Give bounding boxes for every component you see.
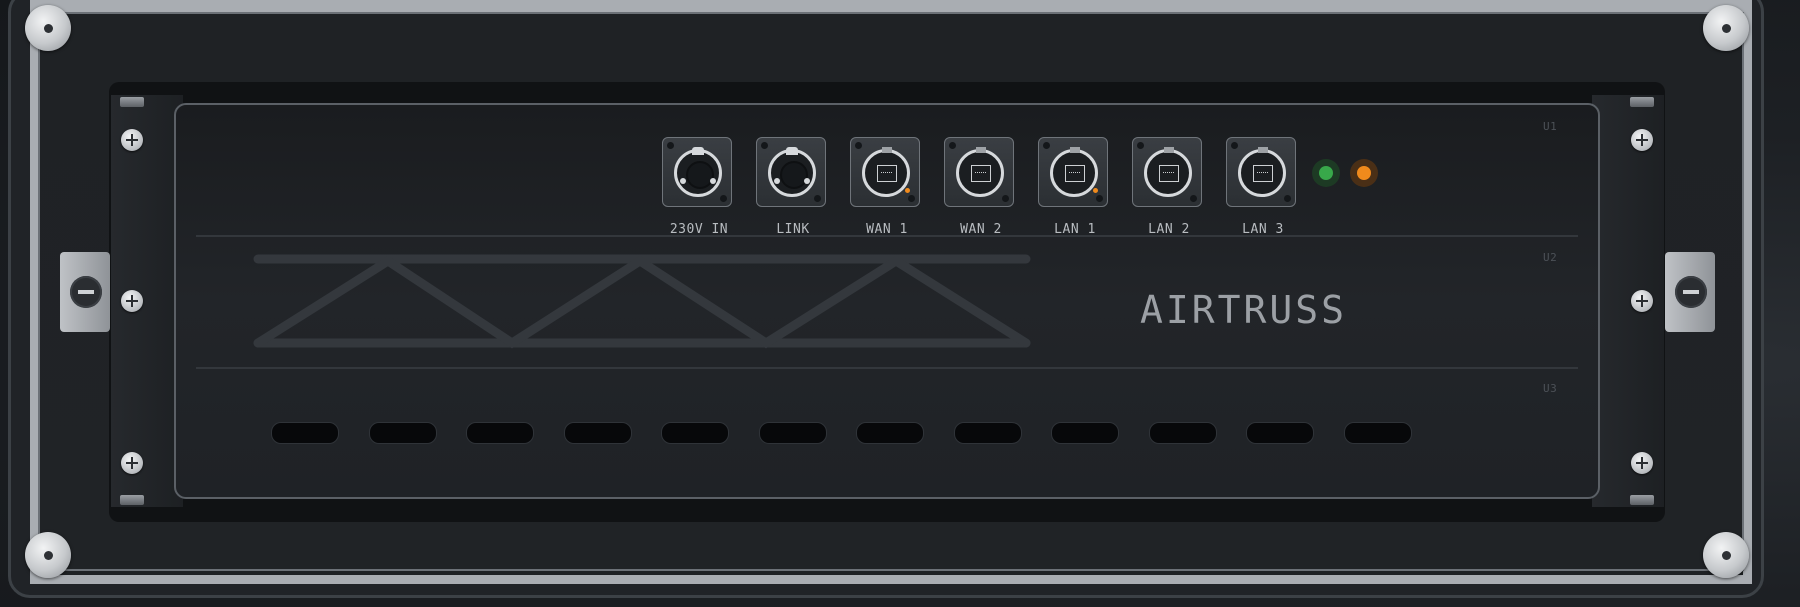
vent-slot bbox=[1148, 422, 1217, 444]
port-power-in[interactable] bbox=[662, 137, 732, 207]
vent-slot bbox=[271, 422, 339, 444]
port-label: 230V IN bbox=[669, 222, 729, 237]
rack-screw-icon[interactable] bbox=[121, 129, 143, 151]
port-label: LAN 2 bbox=[1148, 222, 1190, 237]
vent-slot bbox=[466, 422, 534, 444]
ethernet-port-icon bbox=[1144, 147, 1192, 197]
port-activity-led bbox=[905, 188, 910, 193]
brand-wordmark: AIRTRUSS bbox=[1140, 288, 1348, 332]
vent-slot bbox=[758, 422, 827, 444]
rail-cap bbox=[120, 97, 144, 107]
rack-screw-icon[interactable] bbox=[1631, 452, 1653, 474]
ethernet-port-icon bbox=[956, 147, 1004, 197]
ethernet-port-icon bbox=[862, 147, 910, 197]
corner-right-top bbox=[1703, 5, 1749, 51]
port-activity-led bbox=[1093, 188, 1098, 193]
port-label: LAN 1 bbox=[1054, 222, 1096, 237]
rail-cap bbox=[1630, 97, 1654, 107]
vent-slot bbox=[368, 422, 437, 444]
rail-cap bbox=[120, 495, 144, 505]
rack-rail-right bbox=[1592, 95, 1664, 507]
latch-knob-icon bbox=[1675, 276, 1707, 308]
vent-slot bbox=[1246, 422, 1314, 444]
corner-left-top bbox=[25, 5, 71, 51]
powercon-icon bbox=[768, 147, 816, 197]
port-wan2[interactable] bbox=[944, 137, 1014, 207]
rail-cap bbox=[1630, 495, 1654, 505]
port-lan3[interactable] bbox=[1226, 137, 1296, 207]
vent-slot bbox=[1051, 422, 1119, 444]
case-latch-right[interactable] bbox=[1665, 252, 1715, 332]
unit-label-u3: U3 bbox=[1543, 382, 1558, 395]
corner-right-bottom bbox=[1703, 532, 1749, 578]
port-link[interactable] bbox=[756, 137, 826, 207]
vent-slot bbox=[953, 422, 1022, 444]
rack-screw-icon[interactable] bbox=[1631, 290, 1653, 312]
port-label: LINK bbox=[776, 222, 810, 237]
rack-screw-icon[interactable] bbox=[121, 290, 143, 312]
unit-label-u1: U1 bbox=[1543, 120, 1558, 133]
truss-logo-graphic bbox=[253, 254, 1031, 349]
status-led-orange bbox=[1350, 159, 1378, 187]
latch-knob-icon bbox=[70, 276, 102, 308]
unit-label-u2: U2 bbox=[1543, 251, 1558, 264]
port-label: LAN 3 bbox=[1242, 222, 1284, 237]
port-lan1[interactable] bbox=[1038, 137, 1108, 207]
vent-slot bbox=[661, 422, 729, 444]
unit-divider bbox=[196, 367, 1578, 369]
port-label: WAN 1 bbox=[866, 222, 908, 237]
rack-screw-icon[interactable] bbox=[1631, 129, 1653, 151]
ethernet-port-icon bbox=[1050, 147, 1098, 197]
powercon-icon bbox=[674, 147, 722, 197]
vent-slot bbox=[1343, 422, 1412, 444]
port-wan1[interactable] bbox=[850, 137, 920, 207]
case-latch-left[interactable] bbox=[60, 252, 110, 332]
status-led-green bbox=[1312, 159, 1340, 187]
port-label: WAN 2 bbox=[960, 222, 1002, 237]
corner-left-bottom bbox=[25, 532, 71, 578]
rack-screw-icon[interactable] bbox=[121, 452, 143, 474]
vent-slot bbox=[563, 422, 632, 444]
ethernet-port-icon bbox=[1238, 147, 1286, 197]
vent-slot bbox=[856, 422, 924, 444]
port-lan2[interactable] bbox=[1132, 137, 1202, 207]
